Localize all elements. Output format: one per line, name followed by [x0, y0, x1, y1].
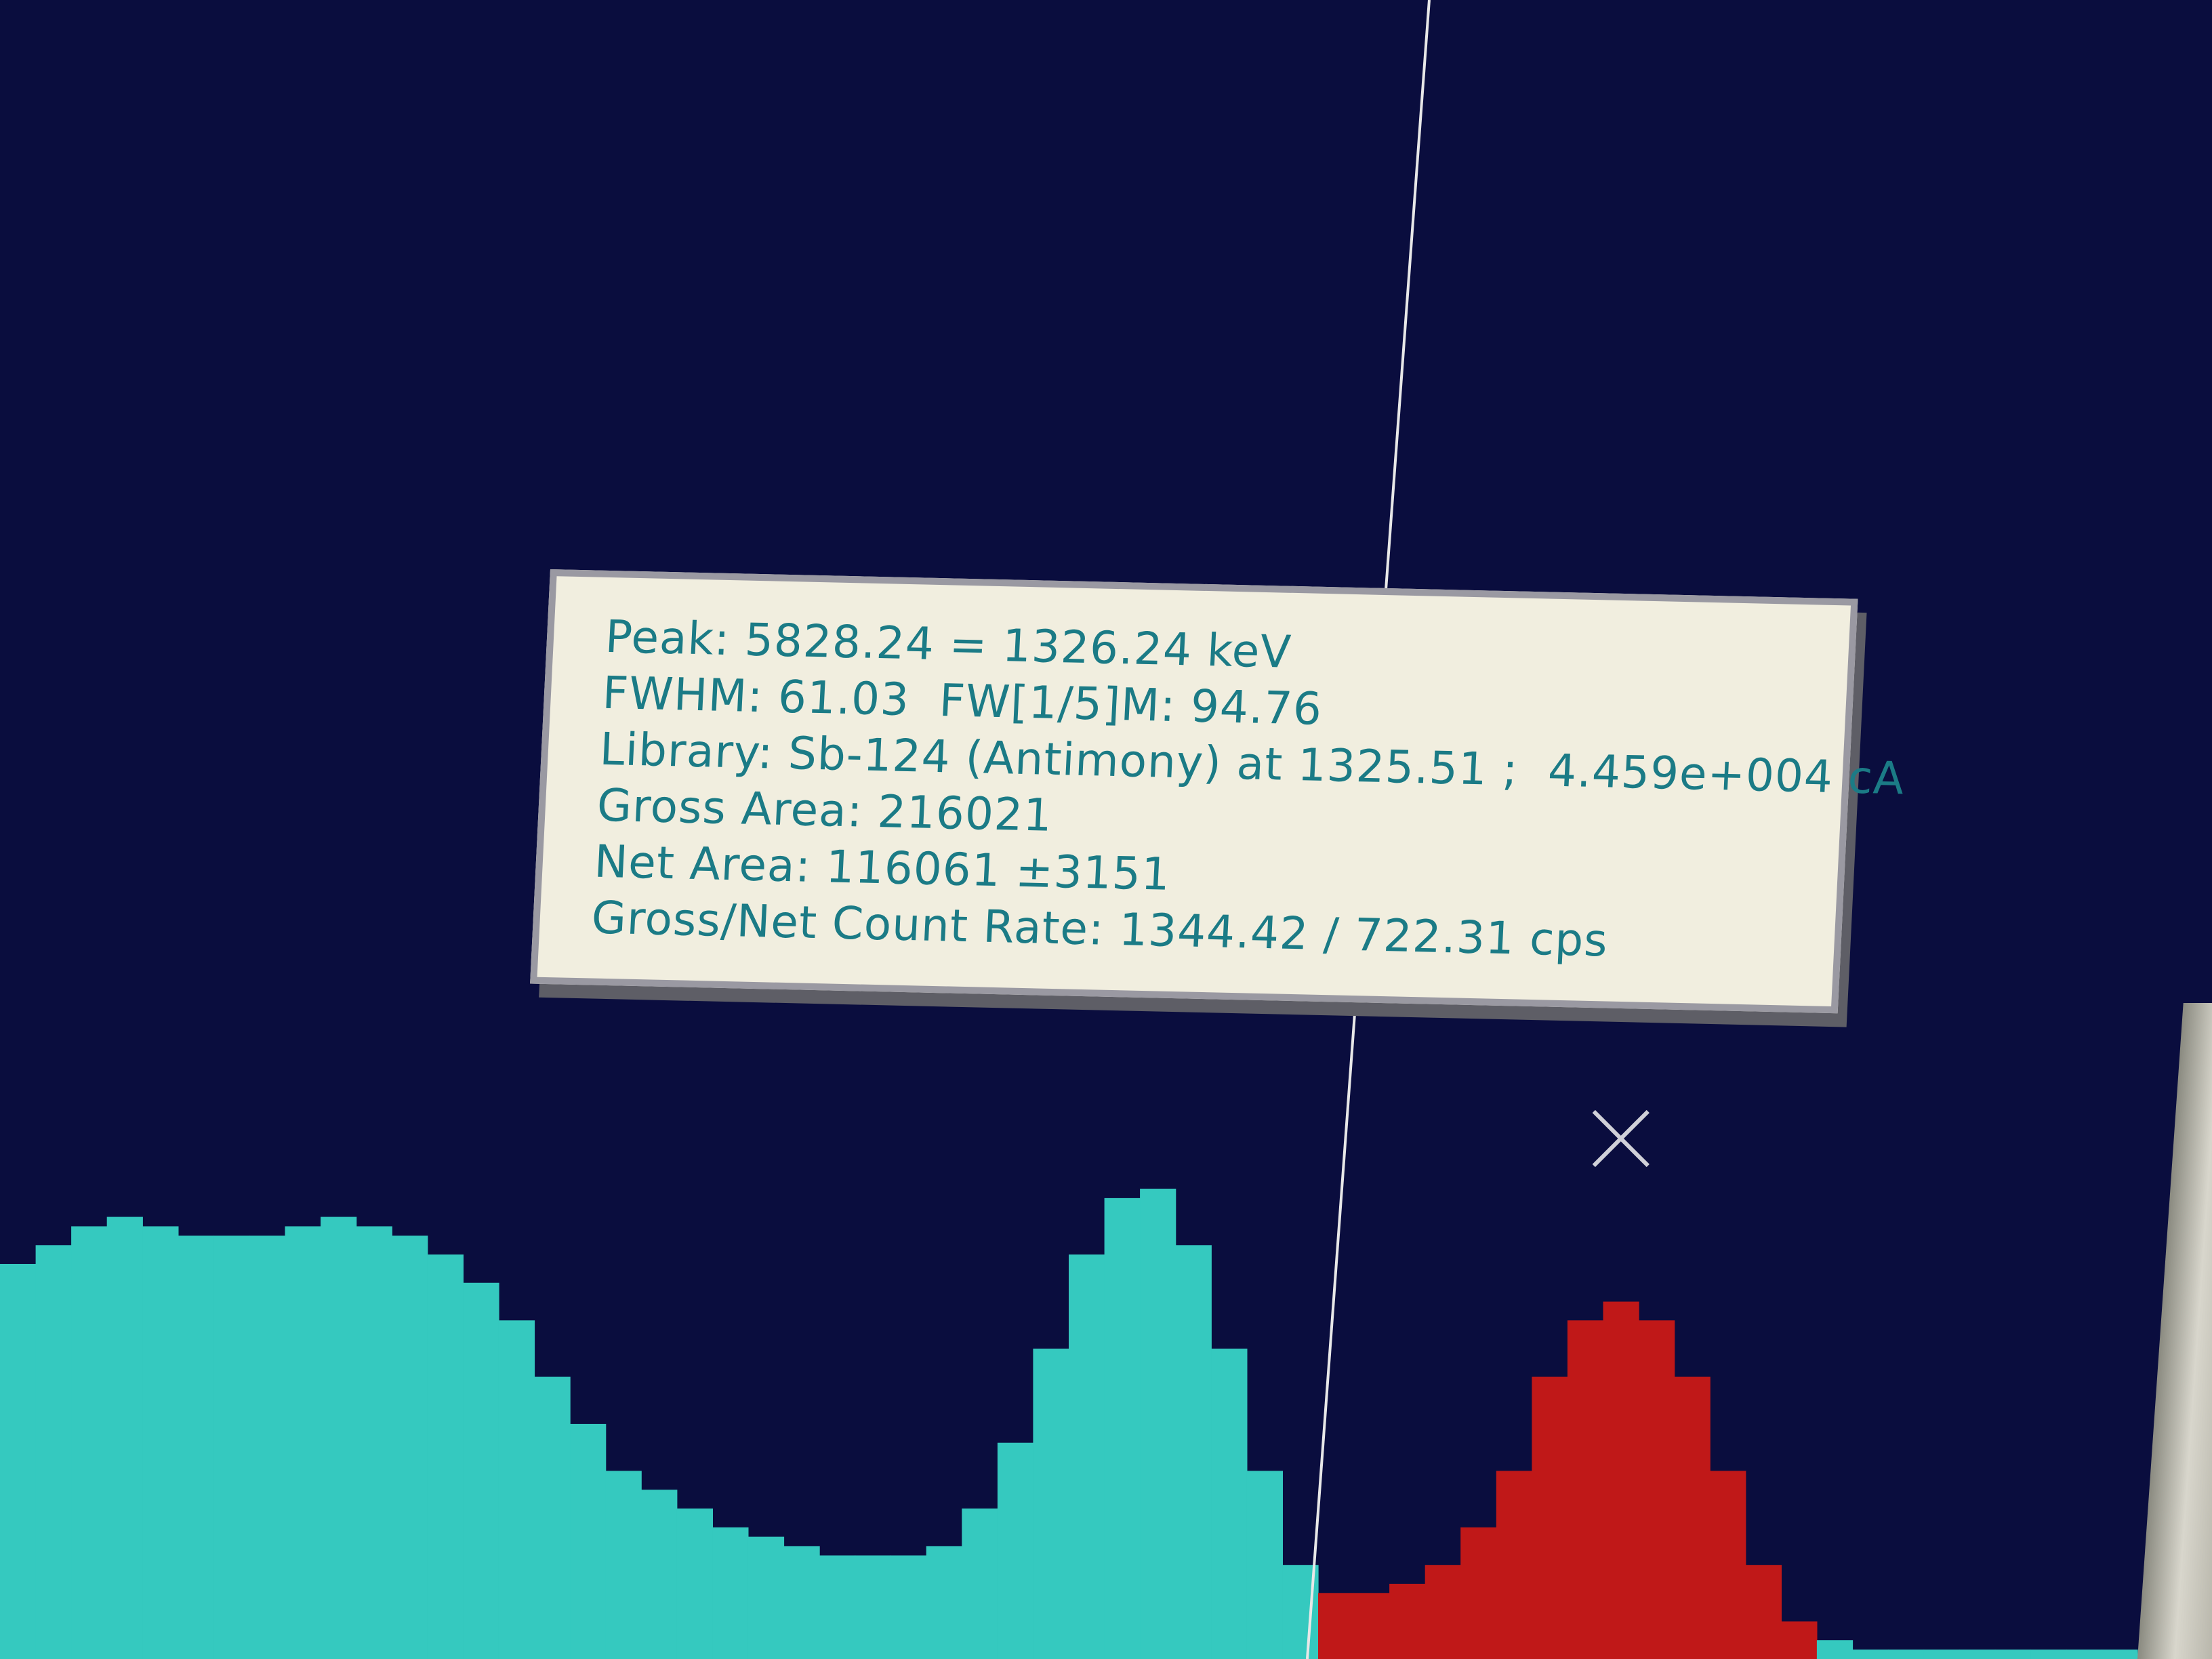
- roi-bar: [1389, 1584, 1426, 1659]
- spectrum-bar: [321, 1216, 357, 1659]
- spectrum-bar: [890, 1555, 927, 1659]
- spectrum-bar: [0, 1264, 37, 1659]
- spectrum-bar: [641, 1490, 678, 1659]
- spectrum-bar: [142, 1226, 179, 1659]
- spectrum-bar: [463, 1282, 499, 1659]
- spectrum-bar: [997, 1442, 1034, 1659]
- spectrum-bar: [392, 1235, 428, 1659]
- spectrum-bar: [427, 1254, 464, 1659]
- roi-bar: [1603, 1301, 1639, 1659]
- spectrum-bar: [2030, 1650, 2067, 1659]
- spectrum-bar: [747, 1536, 785, 1659]
- spectrum-bar: [855, 1555, 891, 1659]
- spectrum-bar: [178, 1235, 214, 1659]
- spectrum-bar: [356, 1226, 392, 1659]
- spectrum-bar: [2102, 1650, 2138, 1659]
- spectrum-bar: [1959, 1650, 1996, 1659]
- spectrum-bar: [1175, 1245, 1212, 1659]
- spectrum-bar: [783, 1546, 820, 1659]
- spectrum-bar: [1816, 1640, 1853, 1659]
- spectrum-bar: [1994, 1650, 2031, 1659]
- spectrum-bar: [1888, 1650, 1925, 1659]
- roi-bar: [1532, 1376, 1568, 1659]
- spectrum-bar: [106, 1216, 143, 1659]
- spectrum-bar: [71, 1226, 108, 1659]
- peak-marker-icon[interactable]: [1592, 1109, 1650, 1168]
- spectrum-bar: [676, 1508, 713, 1659]
- roi-bar: [1496, 1471, 1532, 1659]
- spectrum-bar: [2066, 1650, 2103, 1659]
- roi-bar: [1460, 1527, 1497, 1659]
- spectrum-bar: [1211, 1349, 1248, 1659]
- spectrum-bar: [1069, 1254, 1105, 1659]
- spectrum-bar: [1033, 1349, 1069, 1659]
- spectrum-bar: [285, 1226, 321, 1659]
- spectrum-bar: [1140, 1189, 1176, 1659]
- spectrum-bar: [962, 1508, 998, 1659]
- spectrum-bar: [534, 1376, 571, 1659]
- roi-bar: [1639, 1320, 1675, 1659]
- spectrum-bar: [249, 1235, 286, 1659]
- spectrum-bar: [605, 1471, 642, 1659]
- roi-bar: [1425, 1565, 1461, 1659]
- roi-bar: [1710, 1471, 1746, 1659]
- spectrum-bar: [35, 1245, 72, 1659]
- roi-bar: [1674, 1376, 1711, 1659]
- spectrum-bar: [926, 1546, 962, 1659]
- roi-bar: [1353, 1593, 1390, 1659]
- spectrum-bar: [498, 1320, 535, 1659]
- roi-bar: [1781, 1621, 1818, 1659]
- peak-info-tooltip: Peak: 5828.24 = 1326.24 keV FWHM: 61.03 F…: [530, 569, 1906, 1014]
- roi-bar: [1745, 1565, 1782, 1659]
- spectrum-bar: [570, 1424, 607, 1659]
- roi-bar: [1318, 1593, 1355, 1659]
- spectrum-bar: [1246, 1471, 1283, 1659]
- spectrum-bar: [1852, 1650, 1889, 1659]
- spectrum-bar: [819, 1555, 856, 1659]
- roi-bar: [1567, 1320, 1604, 1659]
- spectrum-bar: [1104, 1197, 1141, 1659]
- spectrum-bar: [1923, 1650, 1960, 1659]
- spectrum-bar: [213, 1235, 250, 1659]
- spectrum-bar: [712, 1527, 749, 1659]
